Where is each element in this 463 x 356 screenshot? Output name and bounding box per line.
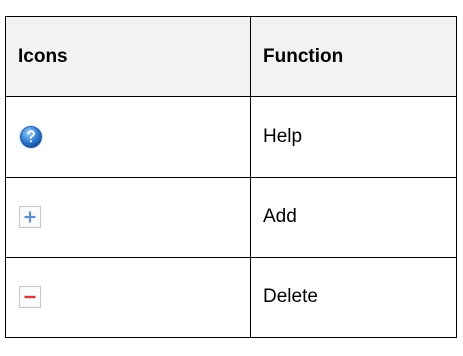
icon-cell — [5, 176, 251, 258]
icons-function-table: Icons Function Help Add Delete — [5, 15, 457, 339]
table-row: Help — [5, 96, 457, 178]
function-cell: Help — [250, 96, 457, 178]
icon-cell — [5, 96, 251, 178]
table-row: Add — [5, 176, 457, 258]
add-icon[interactable] — [18, 205, 42, 229]
icon-cell — [5, 256, 251, 339]
table-header-row: Icons Function — [5, 15, 457, 98]
table-row: Delete — [5, 256, 457, 339]
header-icons: Icons — [5, 15, 251, 98]
header-function: Function — [250, 15, 457, 98]
function-cell: Add — [250, 176, 457, 258]
help-icon[interactable] — [18, 124, 44, 150]
delete-icon[interactable] — [18, 285, 42, 309]
function-cell: Delete — [250, 256, 457, 339]
